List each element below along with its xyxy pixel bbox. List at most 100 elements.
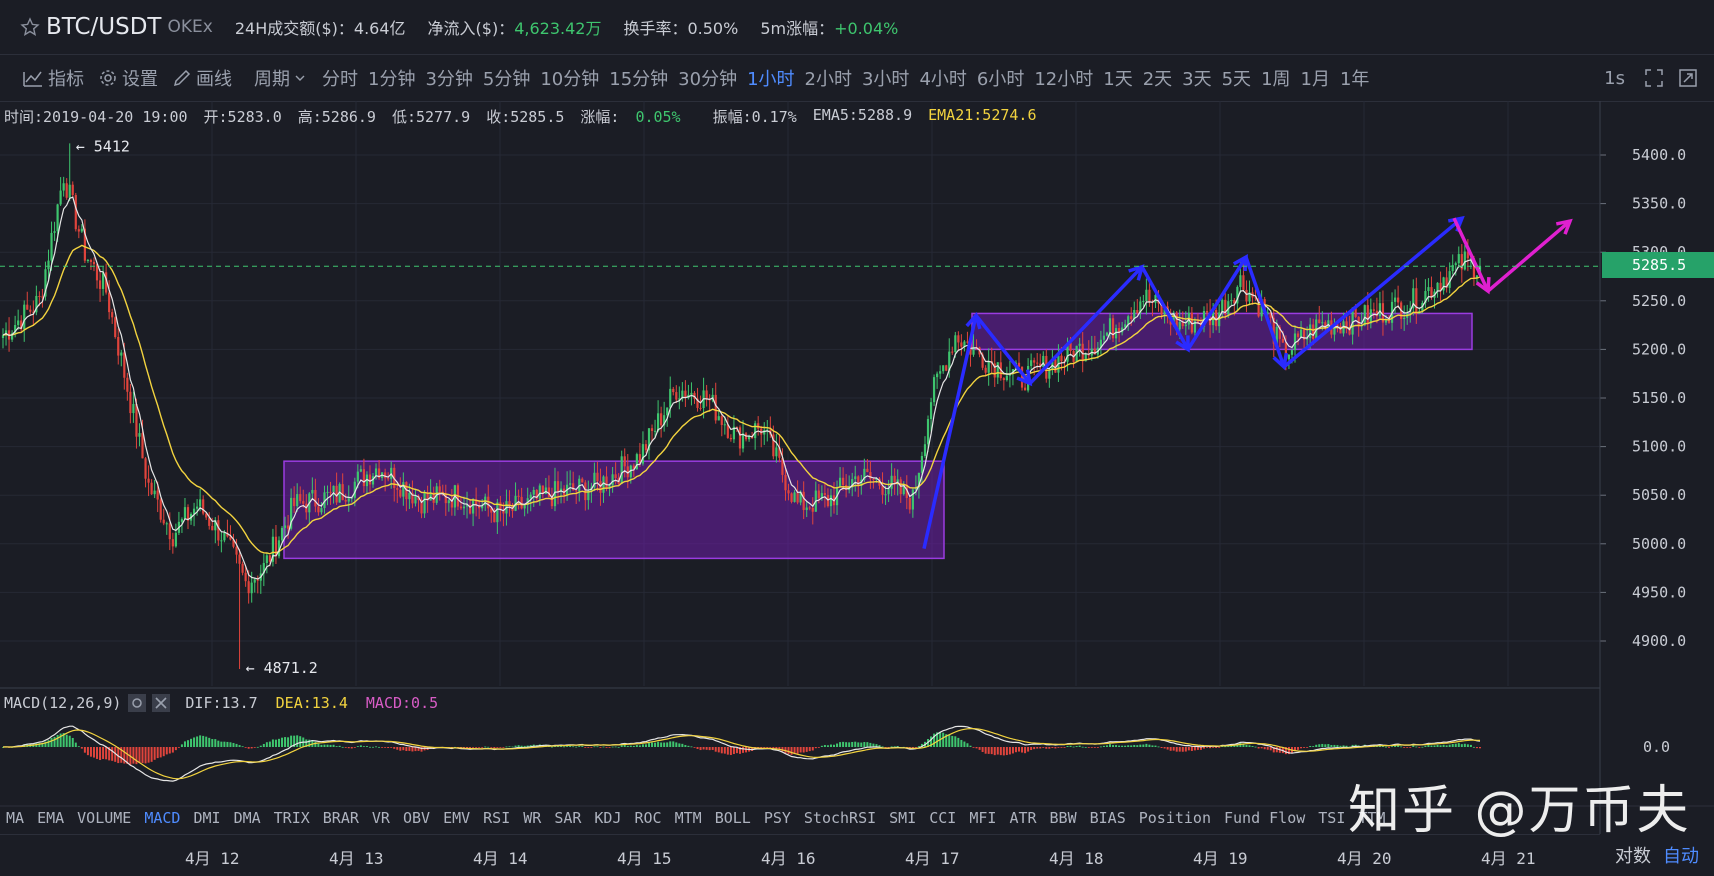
draw-button[interactable]: 画线: [172, 65, 232, 91]
macd-bar: [1130, 745, 1133, 747]
indicator-tab-dmi[interactable]: DMI: [193, 809, 220, 827]
macd-bar: [341, 746, 344, 748]
candle-body: [884, 494, 887, 496]
interval-10分钟[interactable]: 10分钟: [535, 65, 604, 91]
indicator-tab-bias[interactable]: BIAS: [1090, 809, 1126, 827]
indicator-tab-dma[interactable]: DMA: [234, 809, 261, 827]
indicator-tab-brar[interactable]: BRAR: [323, 809, 359, 827]
indicator-tab-trix[interactable]: TRIX: [274, 809, 310, 827]
indicator-tab-roc[interactable]: ROC: [635, 809, 662, 827]
indicator-tab-macd[interactable]: MACD: [144, 809, 180, 827]
macd-bar: [651, 742, 654, 747]
candle-body: [447, 500, 450, 504]
refresh-rate[interactable]: 1s: [1599, 68, 1630, 89]
indicator-button[interactable]: 指标: [22, 65, 84, 91]
indicator-tab-ma[interactable]: MA: [6, 809, 24, 827]
interval-1小时[interactable]: 1小时: [742, 65, 799, 91]
interval-15分钟[interactable]: 15分钟: [604, 65, 673, 91]
macd-bar: [511, 746, 514, 748]
interval-1年[interactable]: 1年: [1335, 65, 1374, 91]
macd-bar: [1105, 745, 1108, 747]
macd-bar: [839, 742, 842, 747]
macd-bar: [1027, 747, 1030, 752]
fullscreen-icon[interactable]: [1644, 68, 1664, 88]
interval-3分钟[interactable]: 3分钟: [420, 65, 477, 91]
interval-1分钟[interactable]: 1分钟: [363, 65, 420, 91]
macd-bar: [411, 747, 414, 752]
macd-bar: [287, 737, 290, 747]
macd-bar: [1257, 747, 1260, 749]
macd-close-icon[interactable]: [151, 693, 171, 713]
macd-bar: [723, 747, 726, 754]
interval-3小时[interactable]: 3小时: [857, 65, 914, 91]
indicator-tab-sar[interactable]: SAR: [554, 809, 581, 827]
interval-3天[interactable]: 3天: [1177, 65, 1216, 91]
macd-bar: [317, 743, 320, 747]
interval-2天[interactable]: 2天: [1138, 65, 1177, 91]
candle-body: [120, 352, 123, 356]
indicator-tab-stochrsi[interactable]: StochRSI: [804, 809, 876, 827]
popout-icon[interactable]: [1678, 68, 1698, 88]
indicator-tab-psy[interactable]: PSY: [764, 809, 791, 827]
candle-body: [302, 501, 305, 504]
price-chart[interactable]: 0.0 5400.05350.05300.05250.05200.05150.0…: [0, 101, 1714, 834]
indicator-tab-rsi[interactable]: RSI: [483, 809, 510, 827]
macd-bar: [1078, 745, 1081, 747]
indicator-tab-boll[interactable]: BOLL: [715, 809, 751, 827]
indicator-tab-emv[interactable]: EMV: [443, 809, 470, 827]
indicator-tab-atr[interactable]: ATR: [1009, 809, 1036, 827]
indicator-tab-vr[interactable]: VR: [372, 809, 390, 827]
macd-bar: [842, 741, 845, 747]
candle-body: [196, 506, 199, 509]
indicator-tab-bbw[interactable]: BBW: [1050, 809, 1077, 827]
indicator-tab-fund-flow[interactable]: Fund Flow: [1224, 809, 1305, 827]
candle-body: [159, 499, 162, 520]
indicator-tab-volume[interactable]: VOLUME: [77, 809, 131, 827]
macd-bar: [1439, 745, 1442, 747]
macd-bar: [332, 744, 335, 747]
auto-scale-toggle[interactable]: 自动: [1663, 842, 1699, 868]
interval-5分钟[interactable]: 5分钟: [478, 65, 535, 91]
interval-4小时[interactable]: 4小时: [914, 65, 971, 91]
interval-1周[interactable]: 1周: [1256, 65, 1295, 91]
macd-bar: [183, 741, 186, 747]
settings-button[interactable]: 设置: [98, 65, 158, 91]
macd-bar: [1018, 747, 1021, 752]
interval-5天[interactable]: 5天: [1217, 65, 1256, 91]
interval-6小时[interactable]: 6小时: [972, 65, 1029, 91]
macd-bar: [296, 735, 299, 747]
candle-body: [1178, 321, 1181, 330]
indicator-tab-wr[interactable]: WR: [523, 809, 541, 827]
indicator-tab-mfi[interactable]: MFI: [969, 809, 996, 827]
period-dropdown[interactable]: 周期: [254, 65, 311, 91]
interval-12小时[interactable]: 12小时: [1029, 65, 1098, 91]
macd-bar: [1472, 746, 1475, 748]
candle-body: [56, 204, 59, 232]
candle-body: [790, 493, 793, 502]
indicator-tab-kdj[interactable]: KDJ: [594, 809, 621, 827]
log-scale-toggle[interactable]: 对数: [1615, 842, 1651, 868]
indicator-tab-ema[interactable]: EMA: [37, 809, 64, 827]
favorite-star-icon[interactable]: [20, 17, 40, 37]
candle-body: [660, 413, 663, 426]
candle-body: [293, 497, 296, 507]
interval-2小时[interactable]: 2小时: [800, 65, 857, 91]
macd-bar: [1160, 747, 1163, 749]
indicator-tab-tsi[interactable]: TSI: [1318, 809, 1345, 827]
macd-bar: [608, 747, 611, 748]
macd-bar: [575, 746, 578, 748]
gear-icon: [100, 70, 116, 86]
macd-bar: [53, 736, 56, 747]
macd-settings-icon[interactable]: [127, 693, 147, 713]
interval-1月[interactable]: 1月: [1296, 65, 1335, 91]
indicator-tab-smi[interactable]: SMI: [889, 809, 916, 827]
indicator-tab-obv[interactable]: OBV: [403, 809, 430, 827]
indicator-tab-cci[interactable]: CCI: [929, 809, 956, 827]
indicator-tab-mtm[interactable]: MTM: [675, 809, 702, 827]
interval-分时[interactable]: 分时: [317, 65, 363, 91]
interval-30分钟[interactable]: 30分钟: [673, 65, 742, 91]
macd-bar: [638, 745, 641, 747]
macd-bar: [517, 745, 520, 747]
indicator-tab-position[interactable]: Position: [1139, 809, 1211, 827]
interval-1天[interactable]: 1天: [1098, 65, 1137, 91]
